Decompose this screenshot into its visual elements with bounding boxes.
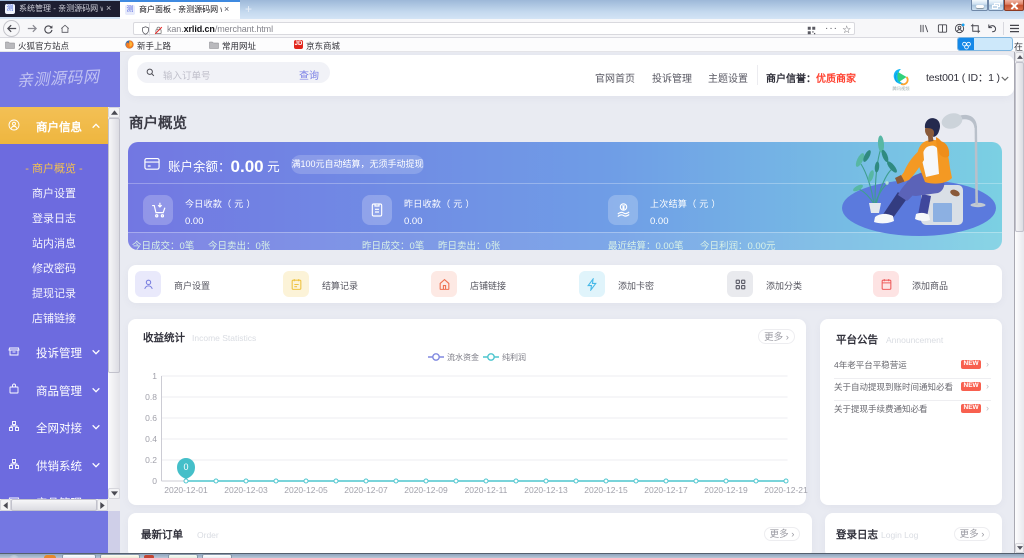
svg-text:0: 0 [152,476,157,486]
svg-text:腾讯视频: 腾讯视频 [892,85,910,91]
svg-text:0.2: 0.2 [145,455,157,465]
svg-text:0.8: 0.8 [145,392,157,402]
svg-text:2020-12-17: 2020-12-17 [644,485,688,495]
svg-text:0.6: 0.6 [145,413,157,423]
svg-text:2020-12-03: 2020-12-03 [224,485,268,495]
svg-text:2020-12-07: 2020-12-07 [344,485,388,495]
svg-text:1: 1 [152,371,157,381]
svg-text:2020-12-05: 2020-12-05 [284,485,328,495]
svg-text:流水资金: 流水资金 [447,352,479,362]
svg-text:2020-12-19: 2020-12-19 [704,485,748,495]
svg-text:2020-12-09: 2020-12-09 [404,485,448,495]
svg-text:0.4: 0.4 [145,434,157,444]
svg-text:2020-12-13: 2020-12-13 [524,485,568,495]
svg-text:0: 0 [183,462,188,472]
svg-text:2020-12-21: 2020-12-21 [764,485,808,495]
svg-text:2020-12-11: 2020-12-11 [465,485,508,495]
svg-text:2020-12-15: 2020-12-15 [584,485,628,495]
svg-text:2020-12-01: 2020-12-01 [164,485,208,495]
svg-text:纯利润: 纯利润 [502,352,526,362]
